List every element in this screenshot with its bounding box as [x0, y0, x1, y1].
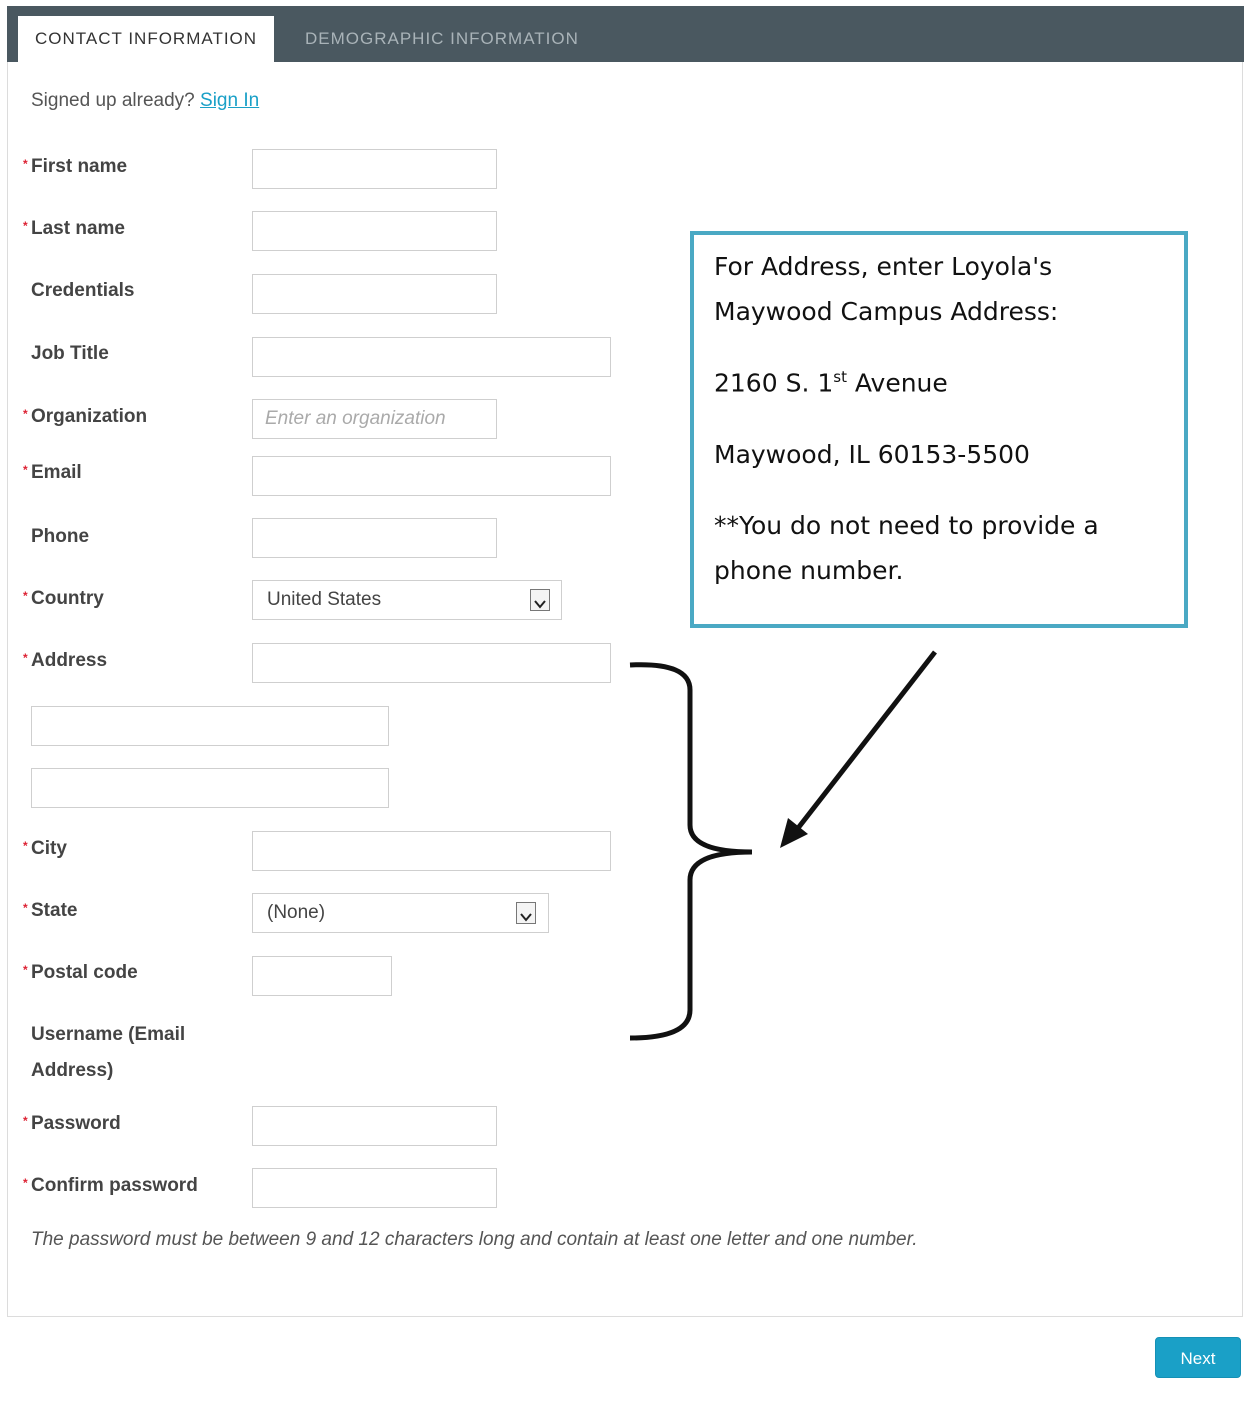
required-marker: * [23, 963, 28, 977]
phone-field[interactable] [252, 518, 497, 558]
phone-label: Phone [31, 526, 90, 547]
state-select[interactable]: (None) [252, 893, 549, 933]
address-line3-field[interactable] [31, 768, 389, 808]
tab-contact-information[interactable]: CONTACT INFORMATION [18, 16, 275, 62]
last-name-field[interactable] [252, 211, 497, 251]
credentials-field[interactable] [252, 274, 497, 314]
chevron-down-icon[interactable] [530, 589, 550, 611]
callout-note-line1: **You do not need to provide a [714, 511, 1099, 540]
first-name-label: First name [31, 156, 128, 177]
username-label: Username (Email [31, 1024, 186, 1045]
address-line1-field[interactable] [252, 643, 611, 683]
email-label: Email [31, 462, 82, 483]
confirm-password-label: Confirm password [31, 1175, 198, 1196]
next-button[interactable]: Next [1155, 1337, 1241, 1378]
last-name-label: Last name [31, 218, 125, 239]
required-marker: * [23, 1176, 28, 1190]
callout-street: 2160 S. 1st Avenue [714, 368, 948, 397]
postal-code-field[interactable] [252, 956, 392, 996]
address-label: Address [31, 650, 108, 671]
address-line2-field[interactable] [31, 706, 389, 746]
callout-street-suffix: Avenue [846, 368, 948, 398]
username-label-line2: Address) [31, 1060, 114, 1081]
password-label: Password [31, 1113, 121, 1134]
city-field[interactable] [252, 831, 611, 871]
state-value: (None) [267, 902, 326, 923]
password-field[interactable] [252, 1106, 497, 1146]
confirm-password-field[interactable] [252, 1168, 497, 1208]
required-marker: * [23, 589, 28, 603]
password-hint: The password must be between 9 and 12 ch… [31, 1229, 918, 1250]
callout-line2: Maywood Campus Address: [714, 297, 1059, 326]
country-select[interactable]: United States [252, 580, 562, 620]
organization-field[interactable]: Enter an organization [252, 399, 497, 439]
country-value: United States [267, 589, 382, 610]
signup-text: Signed up already? [31, 90, 195, 111]
first-name-field[interactable] [252, 149, 497, 189]
required-marker: * [23, 839, 28, 853]
callout-city-line: Maywood, IL 60153-5500 [714, 440, 1030, 469]
country-label: Country [31, 588, 104, 609]
callout-line1: For Address, enter Loyola's [714, 252, 1053, 281]
job-title-field[interactable] [252, 337, 611, 377]
organization-label: Organization [31, 406, 148, 427]
required-marker: * [23, 901, 28, 915]
postal-code-label: Postal code [31, 962, 138, 983]
required-marker: * [23, 157, 28, 171]
arrow-line [793, 650, 937, 834]
callout-street-prefix: 2160 S. 1 [714, 368, 834, 398]
required-marker: * [23, 219, 28, 233]
credentials-label: Credentials [31, 280, 135, 301]
city-label: City [31, 838, 67, 859]
state-label: State [31, 900, 78, 921]
annotation-overlay [629, 650, 937, 1041]
required-marker: * [23, 407, 28, 421]
address-callout: For Address, enter Loyola's Maywood Camp… [690, 231, 1188, 628]
callout-street-sup: st [833, 368, 847, 386]
chevron-down-icon[interactable] [516, 902, 536, 924]
required-marker: * [23, 463, 28, 477]
required-marker: * [23, 1114, 28, 1128]
required-marker: * [23, 651, 28, 665]
callout-note-line2: phone number. [714, 556, 904, 585]
tab-bar: CONTACT INFORMATION DEMOGRAPHIC INFORMAT… [7, 6, 1244, 62]
sign-in-link[interactable]: Sign In [200, 90, 259, 111]
email-field[interactable] [252, 456, 611, 496]
tab-demographic-information[interactable]: DEMOGRAPHIC INFORMATION [288, 16, 596, 62]
job-title-label: Job Title [31, 343, 109, 364]
signup-prompt: Signed up already? Sign In [31, 90, 259, 112]
curly-brace-icon [629, 662, 753, 1041]
